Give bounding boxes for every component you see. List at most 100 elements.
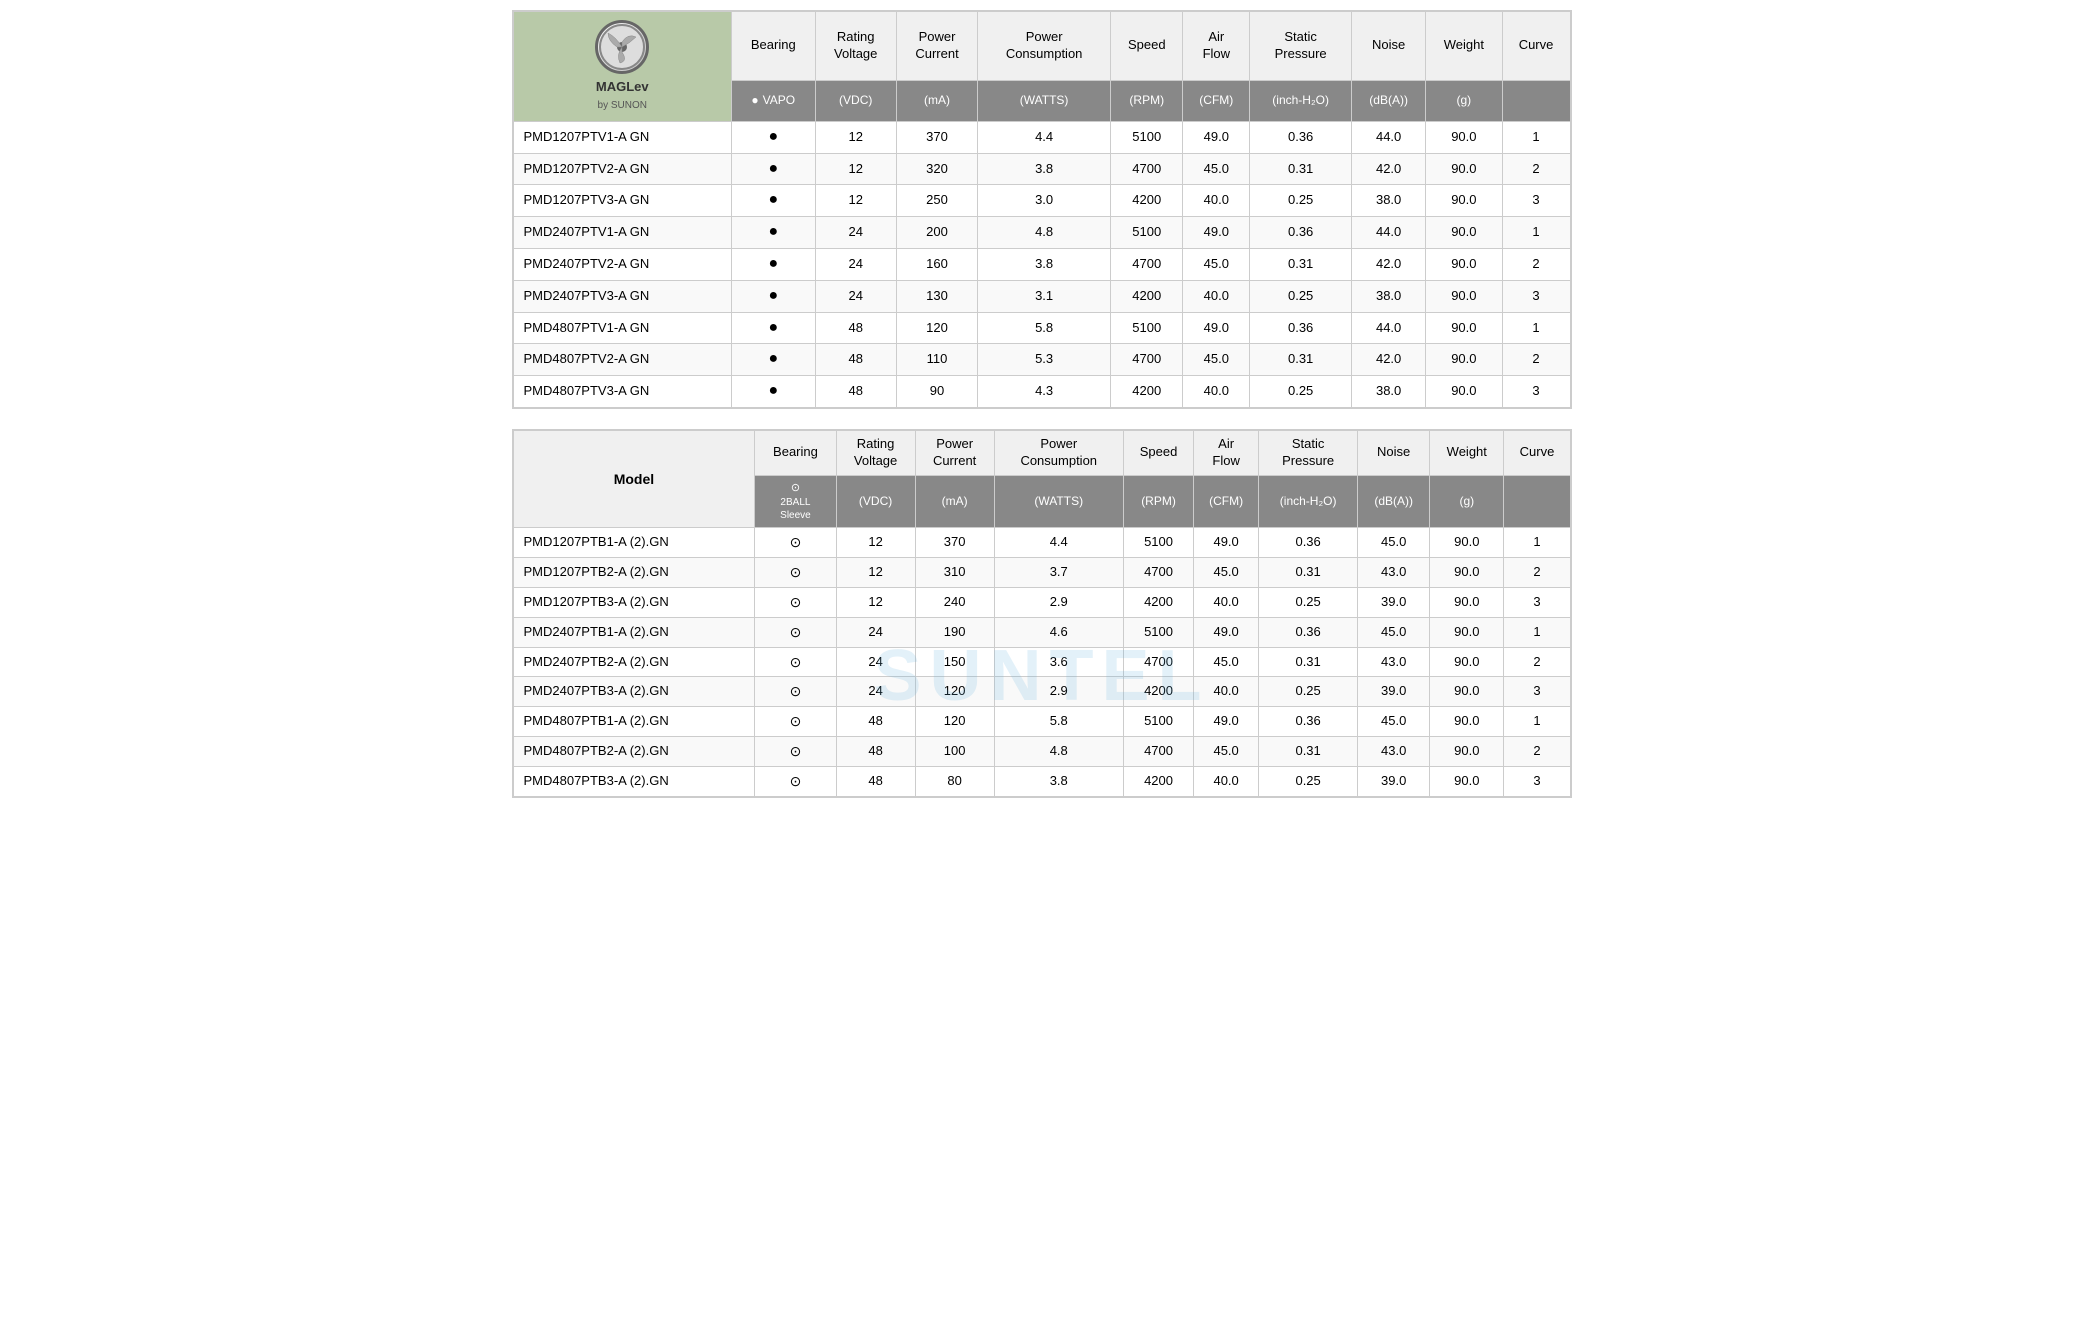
- curve-cell: 3: [1504, 677, 1570, 707]
- fan-icon: [598, 23, 646, 71]
- header2-pressure: StaticPressure: [1259, 430, 1358, 475]
- model-cell: PMD4807PTB1-A (2).GN: [513, 707, 755, 737]
- weight-cell: 90.0: [1430, 737, 1504, 767]
- pressure-cell: 0.36: [1259, 617, 1358, 647]
- weight-cell: 90.0: [1430, 528, 1504, 558]
- bearing-cell: ●: [732, 376, 816, 408]
- table-row: PMD4807PTB1-A (2).GN ⊙ 48 120 5.8 5100 4…: [513, 707, 1570, 737]
- model-cell: PMD4807PTV2-A GN: [513, 344, 732, 376]
- speed-cell: 4200: [1123, 677, 1193, 707]
- unit2-curve: [1504, 475, 1570, 527]
- current-cell: 130: [896, 280, 977, 312]
- noise-cell: 38.0: [1352, 185, 1426, 217]
- table-row: PMD1207PTB3-A (2).GN ⊙ 12 240 2.9 4200 4…: [513, 587, 1570, 617]
- curve-cell: 1: [1504, 528, 1570, 558]
- voltage-cell: 48: [815, 376, 896, 408]
- unit2-speed: (RPM): [1123, 475, 1193, 527]
- bearing-cell: ⊙: [755, 617, 836, 647]
- current-cell: 120: [896, 312, 977, 344]
- unit-voltage: (VDC): [815, 80, 896, 121]
- unit2-noise: (dB(A)): [1358, 475, 1430, 527]
- weight-cell: 90.0: [1426, 312, 1502, 344]
- header2-bearing: Bearing: [755, 430, 836, 475]
- flow-cell: 45.0: [1183, 248, 1250, 280]
- flow-cell: 49.0: [1183, 121, 1250, 153]
- model-cell: PMD1207PTB2-A (2).GN: [513, 557, 755, 587]
- header-pressure: StaticPressure: [1250, 12, 1352, 81]
- header2-power: PowerConsumption: [994, 430, 1123, 475]
- current-cell: 160: [896, 248, 977, 280]
- model-label-text: Model: [614, 471, 654, 487]
- voltage-cell: 24: [836, 617, 915, 647]
- model-cell: PMD4807PTV1-A GN: [513, 312, 732, 344]
- table-row: PMD1207PTV2-A GN ● 12 320 3.8 4700 45.0 …: [513, 153, 1570, 185]
- pressure-cell: 0.25: [1259, 677, 1358, 707]
- unit2-voltage: (VDC): [836, 475, 915, 527]
- current-cell: 370: [915, 528, 994, 558]
- speed-cell: 4200: [1111, 376, 1183, 408]
- noise-cell: 42.0: [1352, 248, 1426, 280]
- current-cell: 100: [915, 737, 994, 767]
- weight-cell: 90.0: [1426, 280, 1502, 312]
- model-cell: PMD2407PTB3-A (2).GN: [513, 677, 755, 707]
- curve-cell: 2: [1504, 557, 1570, 587]
- speed-cell: 4700: [1123, 557, 1193, 587]
- speed-cell: 4200: [1111, 185, 1183, 217]
- unit-noise: (dB(A)): [1352, 80, 1426, 121]
- unit2-current: (mA): [915, 475, 994, 527]
- noise-cell: 42.0: [1352, 153, 1426, 185]
- power-cell: 5.8: [978, 312, 1111, 344]
- table-row: PMD4807PTV3-A GN ● 48 90 4.3 4200 40.0 0…: [513, 376, 1570, 408]
- power-cell: 3.8: [978, 248, 1111, 280]
- power-cell: 2.9: [994, 587, 1123, 617]
- table-section-2: SUNTEL Model Bearing RatingVoltage Power…: [512, 429, 1572, 798]
- curve-cell: 3: [1502, 185, 1570, 217]
- weight-cell: 90.0: [1430, 647, 1504, 677]
- speed-cell: 5100: [1111, 312, 1183, 344]
- speed-cell: 4700: [1123, 737, 1193, 767]
- power-cell: 4.4: [994, 528, 1123, 558]
- pressure-cell: 0.36: [1250, 217, 1352, 249]
- logo-circle: [595, 20, 649, 74]
- table-2-body: PMD1207PTB1-A (2).GN ⊙ 12 370 4.4 5100 4…: [513, 528, 1570, 797]
- logo-area: MAGLev by SUNON: [522, 20, 724, 113]
- power-cell: 2.9: [994, 677, 1123, 707]
- weight-cell: 90.0: [1426, 248, 1502, 280]
- header-noise: Noise: [1352, 12, 1426, 81]
- curve-cell: 1: [1502, 312, 1570, 344]
- curve-cell: 1: [1504, 617, 1570, 647]
- voltage-cell: 24: [815, 217, 896, 249]
- current-cell: 310: [915, 557, 994, 587]
- power-cell: 5.8: [994, 707, 1123, 737]
- bearing-cell: ●: [732, 153, 816, 185]
- header2-weight: Weight: [1430, 430, 1504, 475]
- weight-cell: 90.0: [1430, 587, 1504, 617]
- power-cell: 4.8: [978, 217, 1111, 249]
- unit-flow: (CFM): [1183, 80, 1250, 121]
- speed-cell: 4700: [1111, 153, 1183, 185]
- model-cell: PMD2407PTB1-A (2).GN: [513, 617, 755, 647]
- noise-cell: 39.0: [1358, 677, 1430, 707]
- weight-cell: 90.0: [1430, 557, 1504, 587]
- current-cell: 110: [896, 344, 977, 376]
- curve-cell: 3: [1504, 767, 1570, 797]
- table-2: Model Bearing RatingVoltage PowerCurrent…: [513, 430, 1571, 797]
- header-voltage: RatingVoltage: [815, 12, 896, 81]
- model-cell: PMD4807PTB2-A (2).GN: [513, 737, 755, 767]
- noise-cell: 38.0: [1352, 376, 1426, 408]
- header2-flow: AirFlow: [1194, 430, 1259, 475]
- table-row: PMD2407PTB3-A (2).GN ⊙ 24 120 2.9 4200 4…: [513, 677, 1570, 707]
- twoball-label: 2BALLSleeve: [780, 496, 811, 522]
- current-cell: 120: [915, 677, 994, 707]
- weight-cell: 90.0: [1430, 767, 1504, 797]
- weight-cell: 90.0: [1426, 376, 1502, 408]
- by-sunon-text: by SUNON: [598, 100, 647, 111]
- unit-power: (WATTS): [978, 80, 1111, 121]
- table-section-1: MAGLev by SUNON Bearing RatingVoltage Po…: [512, 10, 1572, 409]
- voltage-cell: 24: [815, 248, 896, 280]
- bearing-cell: ●: [732, 217, 816, 249]
- current-cell: 120: [915, 707, 994, 737]
- table-row: PMD1207PTB2-A (2).GN ⊙ 12 310 3.7 4700 4…: [513, 557, 1570, 587]
- flow-cell: 40.0: [1194, 677, 1259, 707]
- pressure-cell: 0.25: [1250, 376, 1352, 408]
